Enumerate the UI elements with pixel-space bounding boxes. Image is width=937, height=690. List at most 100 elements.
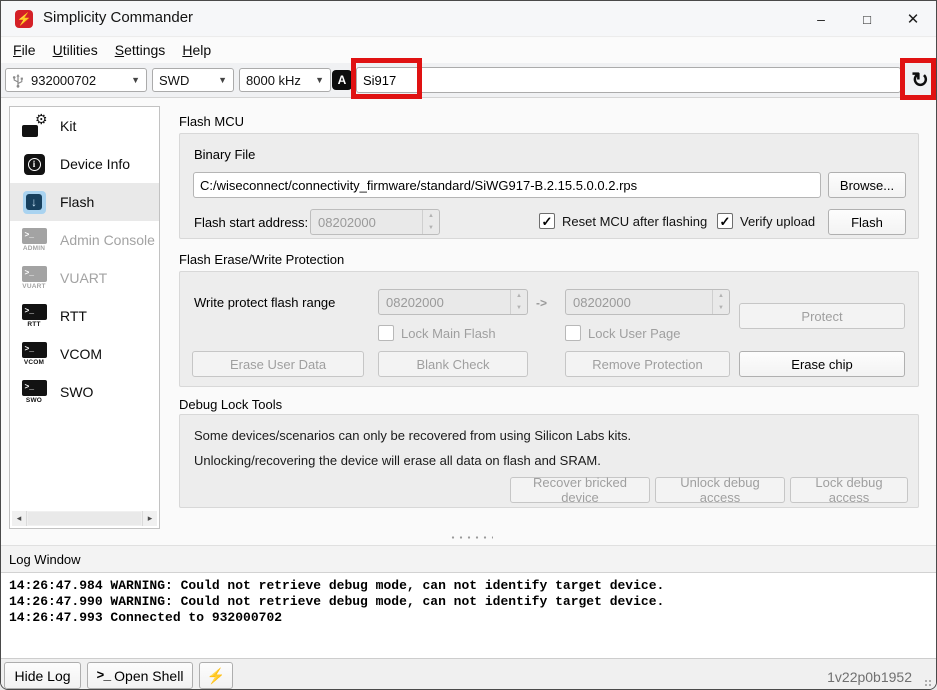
flash-icon: ↓ [23, 191, 46, 214]
unlock-debug-access-button: Unlock debug access [655, 477, 785, 503]
minimize-button[interactable]: – [798, 1, 844, 37]
admin-console-icon: >_ ADMIN [22, 228, 47, 252]
spin-up-icon: ▲ [423, 210, 439, 222]
bolt-icon: ⚡ [17, 13, 32, 25]
menu-help[interactable]: Help [180, 41, 213, 63]
protect-button: Protect [739, 303, 905, 329]
chevron-down-icon: ▼ [309, 75, 324, 85]
down-arrow-icon: ↓ [31, 196, 37, 208]
protect-range-from-spinbox: 08202000 ▲ ▼ [378, 289, 528, 315]
debug-lock-groupbox: Some devices/scenarios can only be recov… [179, 414, 919, 508]
lock-user-page-label: Lock User Page [588, 326, 681, 341]
spin-up-icon: ▲ [713, 290, 729, 302]
verify-upload-label: Verify upload [740, 214, 815, 229]
checkbox-checked-icon[interactable]: ✓ [717, 213, 733, 229]
checkbox-unchecked-icon [565, 325, 581, 341]
sidebar-item-label: Kit [60, 118, 76, 134]
shell-prompt-icon: >_ [97, 668, 111, 683]
sidebar-item-label: VCOM [60, 346, 102, 362]
remove-protection-button: Remove Protection [565, 351, 730, 377]
spin-down-icon: ▼ [713, 302, 729, 314]
debug-lock-note-2: Unlocking/recovering the device will era… [194, 453, 601, 468]
browse-button[interactable]: Browse... [828, 172, 906, 198]
usb-icon [12, 73, 24, 88]
sidebar-item-label: Device Info [60, 156, 130, 172]
binary-file-input[interactable] [193, 172, 821, 198]
scroll-right-icon[interactable]: ▸ [142, 511, 157, 526]
sidebar-item-label: RTT [60, 308, 87, 324]
flash-wizard-button[interactable]: ⚡ [199, 662, 233, 689]
flash-start-address-label: Flash start address: [194, 215, 308, 230]
maximize-button[interactable]: □ [844, 1, 890, 37]
device-info-icon: i [24, 154, 45, 175]
erase-protection-section-title: Flash Erase/Write Protection [179, 252, 344, 267]
scroll-left-icon[interactable]: ◂ [12, 511, 27, 526]
close-button[interactable]: ✕ [890, 1, 936, 37]
refresh-icon: ↻ [911, 70, 929, 91]
log-window-title: Log Window [9, 552, 81, 567]
log-output[interactable]: 14:26:47.984 WARNING: Could not retrieve… [1, 572, 936, 658]
menu-utilities[interactable]: Utilities [51, 41, 100, 63]
recover-bricked-device-button: Recover bricked device [510, 477, 650, 503]
sidebar-item-rtt[interactable]: >_ RTT RTT [10, 297, 159, 335]
flash-mcu-section-title: Flash MCU [179, 114, 244, 129]
sidebar-item-label: Admin Console [60, 232, 155, 248]
autodetect-chip-icon[interactable]: A [332, 70, 352, 90]
reset-mcu-checkbox[interactable]: ✓ Reset MCU after flashing [539, 213, 707, 229]
blank-check-button: Blank Check [378, 351, 528, 377]
menu-settings[interactable]: Settings [113, 41, 168, 63]
gear-icon: ⚙ [35, 112, 48, 126]
menu-file[interactable]: File [11, 41, 38, 63]
version-label: 1v22p0b1952 [827, 669, 912, 685]
vcom-icon: >_ VCOM [22, 342, 47, 366]
scrollbar-thumb[interactable] [28, 512, 141, 525]
spin-down-icon: ▼ [511, 302, 527, 314]
flash-mcu-groupbox: Binary File Browse... Flash start addres… [179, 133, 919, 239]
speed-dropdown[interactable]: 8000 kHz ▼ [239, 68, 331, 92]
title-bar: ⚡ Simplicity Commander – □ ✕ [1, 1, 936, 37]
adapter-dropdown[interactable]: 932000702 ▼ [5, 68, 147, 92]
splitter-handle[interactable] [449, 536, 493, 539]
target-device-input[interactable] [356, 67, 901, 93]
write-protect-range-label: Write protect flash range [194, 295, 335, 310]
sidebar-item-admin-console[interactable]: >_ ADMIN Admin Console [10, 221, 159, 259]
log-line: 14:26:47.993 Connected to 932000702 [9, 610, 936, 626]
spin-down-icon: ▼ [423, 222, 439, 234]
app-icon: ⚡ [15, 10, 33, 28]
rtt-icon: >_ RTT [22, 304, 47, 328]
interface-dropdown[interactable]: SWD ▼ [152, 68, 234, 92]
speed-value: 8000 kHz [246, 73, 301, 88]
lightning-icon: ⚡ [207, 667, 226, 685]
refresh-button[interactable]: ↻ [907, 67, 933, 93]
adapter-value: 932000702 [31, 73, 96, 88]
range-arrow: -> [536, 296, 547, 310]
erase-protection-groupbox: Write protect flash range 08202000 ▲ ▼ -… [179, 271, 919, 387]
checkbox-unchecked-icon [378, 325, 394, 341]
log-window-header: Log Window [1, 545, 936, 572]
flash-start-address-spinbox: 08202000 ▲ ▼ [310, 209, 440, 235]
hide-log-button[interactable]: Hide Log [4, 662, 81, 689]
sidebar-item-vcom[interactable]: >_ VCOM VCOM [10, 335, 159, 373]
binary-file-label: Binary File [194, 147, 255, 162]
sidebar-scrollbar[interactable]: ◂ ▸ [12, 511, 157, 526]
resize-grip[interactable] [924, 679, 932, 687]
sidebar-item-vuart[interactable]: >_ VUART VUART [10, 259, 159, 297]
sidebar-item-flash[interactable]: ↓ Flash [10, 183, 159, 221]
swo-icon: >_ SWO [22, 380, 47, 404]
lock-main-flash-checkbox: Lock Main Flash [378, 325, 496, 341]
sidebar-item-swo[interactable]: >_ SWO SWO [10, 373, 159, 411]
verify-upload-checkbox[interactable]: ✓ Verify upload [717, 213, 815, 229]
sidebar-item-label: SWO [60, 384, 93, 400]
debug-lock-note-1: Some devices/scenarios can only be recov… [194, 428, 631, 443]
open-shell-button[interactable]: >_ Open Shell [87, 662, 193, 689]
debug-lock-section-title: Debug Lock Tools [179, 397, 282, 412]
log-line: 14:26:47.984 WARNING: Could not retrieve… [9, 578, 936, 594]
protect-range-to-spinbox: 08202000 ▲ ▼ [565, 289, 730, 315]
flash-button[interactable]: Flash [828, 209, 906, 235]
sidebar-item-device-info[interactable]: i Device Info [10, 145, 159, 183]
checkbox-checked-icon[interactable]: ✓ [539, 213, 555, 229]
erase-chip-button[interactable]: Erase chip [739, 351, 905, 377]
sidebar-item-kit[interactable]: ⚙ Kit [10, 107, 159, 145]
lock-user-page-checkbox: Lock User Page [565, 325, 681, 341]
lock-main-flash-label: Lock Main Flash [401, 326, 496, 341]
